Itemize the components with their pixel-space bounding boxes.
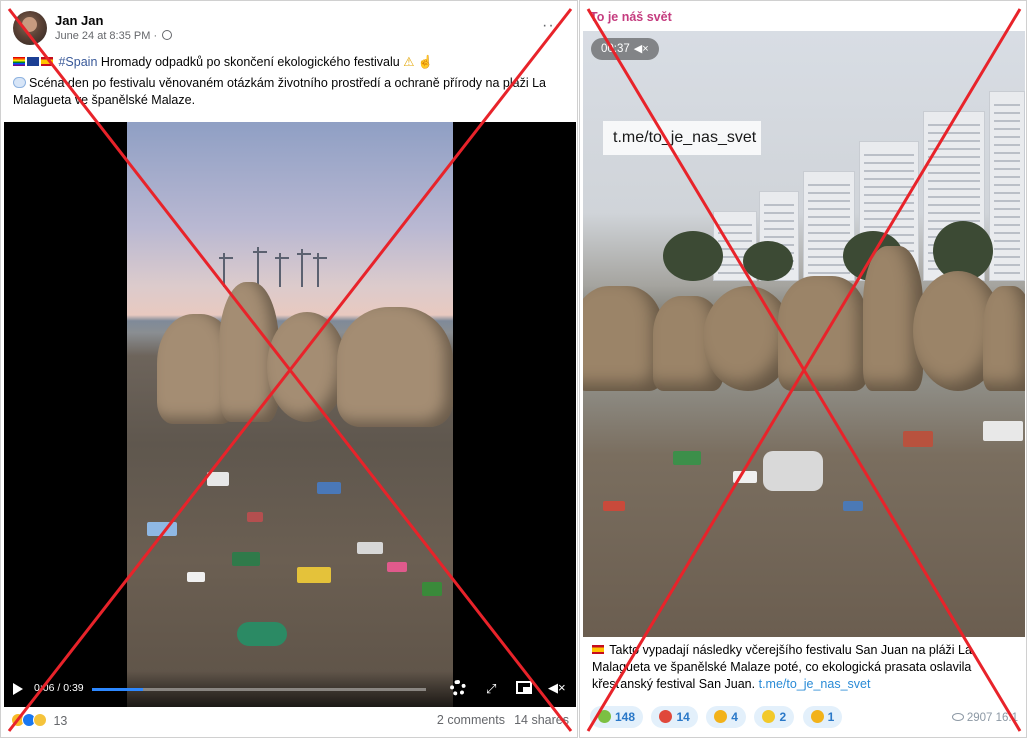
trash-item (763, 451, 823, 491)
video-progress-fill (92, 688, 144, 691)
video-frame[interactable] (127, 122, 453, 707)
reaction-count: 148 (615, 710, 636, 724)
post-header: Jan Jan June 24 at 8:35 PM · ··· (13, 11, 569, 47)
trash-item (232, 552, 260, 566)
reaction-chip-vomit[interactable]: 148 (590, 706, 644, 728)
sculpture-letter (983, 286, 1025, 391)
thumbs-down-icon (714, 710, 728, 723)
sculpture-letter (267, 312, 347, 422)
post-body-line: Scéna den po festivalu věnovaném otázkám… (13, 75, 573, 109)
trash-item (147, 522, 177, 536)
reaction-count: 1 (827, 710, 835, 724)
globe-icon (162, 30, 173, 40)
trash-item (247, 512, 263, 522)
author-name[interactable]: Jan Jan (55, 13, 103, 28)
telegram-reactions: 148 14 4 2 1 (590, 706, 846, 728)
post-time: 16:1 (995, 712, 1018, 724)
warning-icon: ⚠ (403, 55, 415, 69)
post-body: Scéna den po festivalu věnovaném otázkám… (13, 76, 546, 107)
screenshot-root: Jan Jan June 24 at 8:35 PM · ··· #Spain … (0, 0, 1027, 738)
more-options-button[interactable]: ··· (542, 17, 561, 35)
hashtag-link[interactable]: #Spain (58, 55, 97, 69)
shares-link[interactable]: 14 shares (514, 713, 569, 727)
post-views: 2907 16:1 (951, 712, 1018, 724)
play-icon[interactable] (13, 683, 23, 695)
channel-name[interactable]: To je náš svět (590, 10, 672, 24)
telegram-video[interactable]: 00:37 ◀× t.me/to_je_nas_svet (583, 31, 1025, 637)
post-footer: 13 2 comments 14 shares (7, 711, 573, 733)
rainbow-flag-icon (13, 57, 25, 66)
reactions-summary[interactable]: 13 (11, 713, 67, 728)
speech-bubble-icon (13, 77, 26, 88)
post-headline: Hromady odpadků po skončení ekologického… (100, 55, 400, 69)
telegram-post: To je náš svět 00:37 ◀× t.me/to_je_nas_s… (579, 0, 1027, 738)
post-meta[interactable]: June 24 at 8:35 PM · (55, 30, 173, 42)
vomit-emoji-icon (598, 710, 611, 723)
trash-item (843, 501, 863, 511)
trash-item (207, 472, 229, 486)
reaction-chip-thumbs-down[interactable]: 4 (706, 706, 746, 728)
post-headline-line: #Spain Hromady odpadků po skončení ekolo… (13, 54, 573, 71)
sculpture-letter (583, 286, 663, 391)
reaction-count: 14 (676, 710, 690, 724)
video-controls: 0:06 / 0:39 ⤢ ◀× (4, 671, 576, 707)
mute-icon[interactable]: ◀× (634, 43, 649, 55)
picture-in-picture-icon[interactable] (516, 681, 532, 694)
sculpture-letter (778, 276, 868, 391)
thumbs-up-icon (810, 710, 824, 723)
city-buildings (663, 91, 1025, 281)
reaction-count: 4 (731, 710, 738, 724)
telegram-caption: Takto vypadají následky včerejšího festi… (592, 642, 1022, 693)
trash-item (983, 421, 1023, 441)
port-cranes (217, 247, 337, 287)
trash-item (317, 482, 341, 494)
gear-icon[interactable] (450, 680, 466, 696)
avatar[interactable] (13, 11, 47, 45)
trash-item (903, 431, 933, 447)
trash-item (297, 567, 331, 583)
trash-item (422, 582, 442, 596)
post-timestamp[interactable]: June 24 at 8:35 PM (55, 30, 150, 42)
trash-item (673, 451, 701, 465)
video-time-pill[interactable]: 00:37 ◀× (591, 38, 659, 60)
reaction-chip-scream[interactable]: 2 (754, 706, 795, 728)
video-time: 00:37 (601, 43, 630, 55)
trash-item (357, 542, 383, 554)
channel-link[interactable]: t.me/to_je_nas_svet (759, 677, 871, 691)
sculpture-letter (337, 307, 453, 427)
fullscreen-icon[interactable]: ⤢ (486, 681, 496, 697)
trash-item (733, 471, 757, 483)
spain-flag-icon (592, 645, 604, 654)
reaction-count: 2 (779, 710, 787, 724)
video-progress-bar[interactable] (92, 688, 426, 691)
trash-item (237, 622, 287, 646)
video-player[interactable]: 0:06 / 0:39 ⤢ ◀× (4, 122, 576, 707)
spain-flag-icon (41, 57, 53, 66)
reaction-chip-thumbs-up[interactable]: 1 (802, 706, 843, 728)
video-time: 0:06 / 0:39 (34, 682, 84, 694)
scream-emoji-icon (762, 710, 776, 723)
reaction-chip-angry[interactable]: 14 (651, 706, 698, 728)
angry-emoji-icon (659, 710, 673, 723)
video-watermark: t.me/to_je_nas_svet (603, 121, 761, 155)
trash-item (603, 501, 625, 511)
trash-item (387, 562, 407, 572)
trash-item (187, 572, 205, 582)
reactions-count: 13 (53, 714, 68, 728)
hand-icon: ☝ (417, 55, 434, 69)
comments-link[interactable]: 2 comments (437, 713, 505, 727)
post-text: #Spain Hromady odpadků po skončení ekolo… (13, 54, 573, 113)
view-count: 2907 (966, 712, 993, 724)
eye-icon (951, 713, 964, 721)
eu-flag-icon (27, 57, 39, 66)
mute-icon[interactable]: ◀× (548, 680, 566, 696)
facebook-post: Jan Jan June 24 at 8:35 PM · ··· #Spain … (0, 0, 578, 738)
wow-reaction-icon (33, 713, 47, 727)
